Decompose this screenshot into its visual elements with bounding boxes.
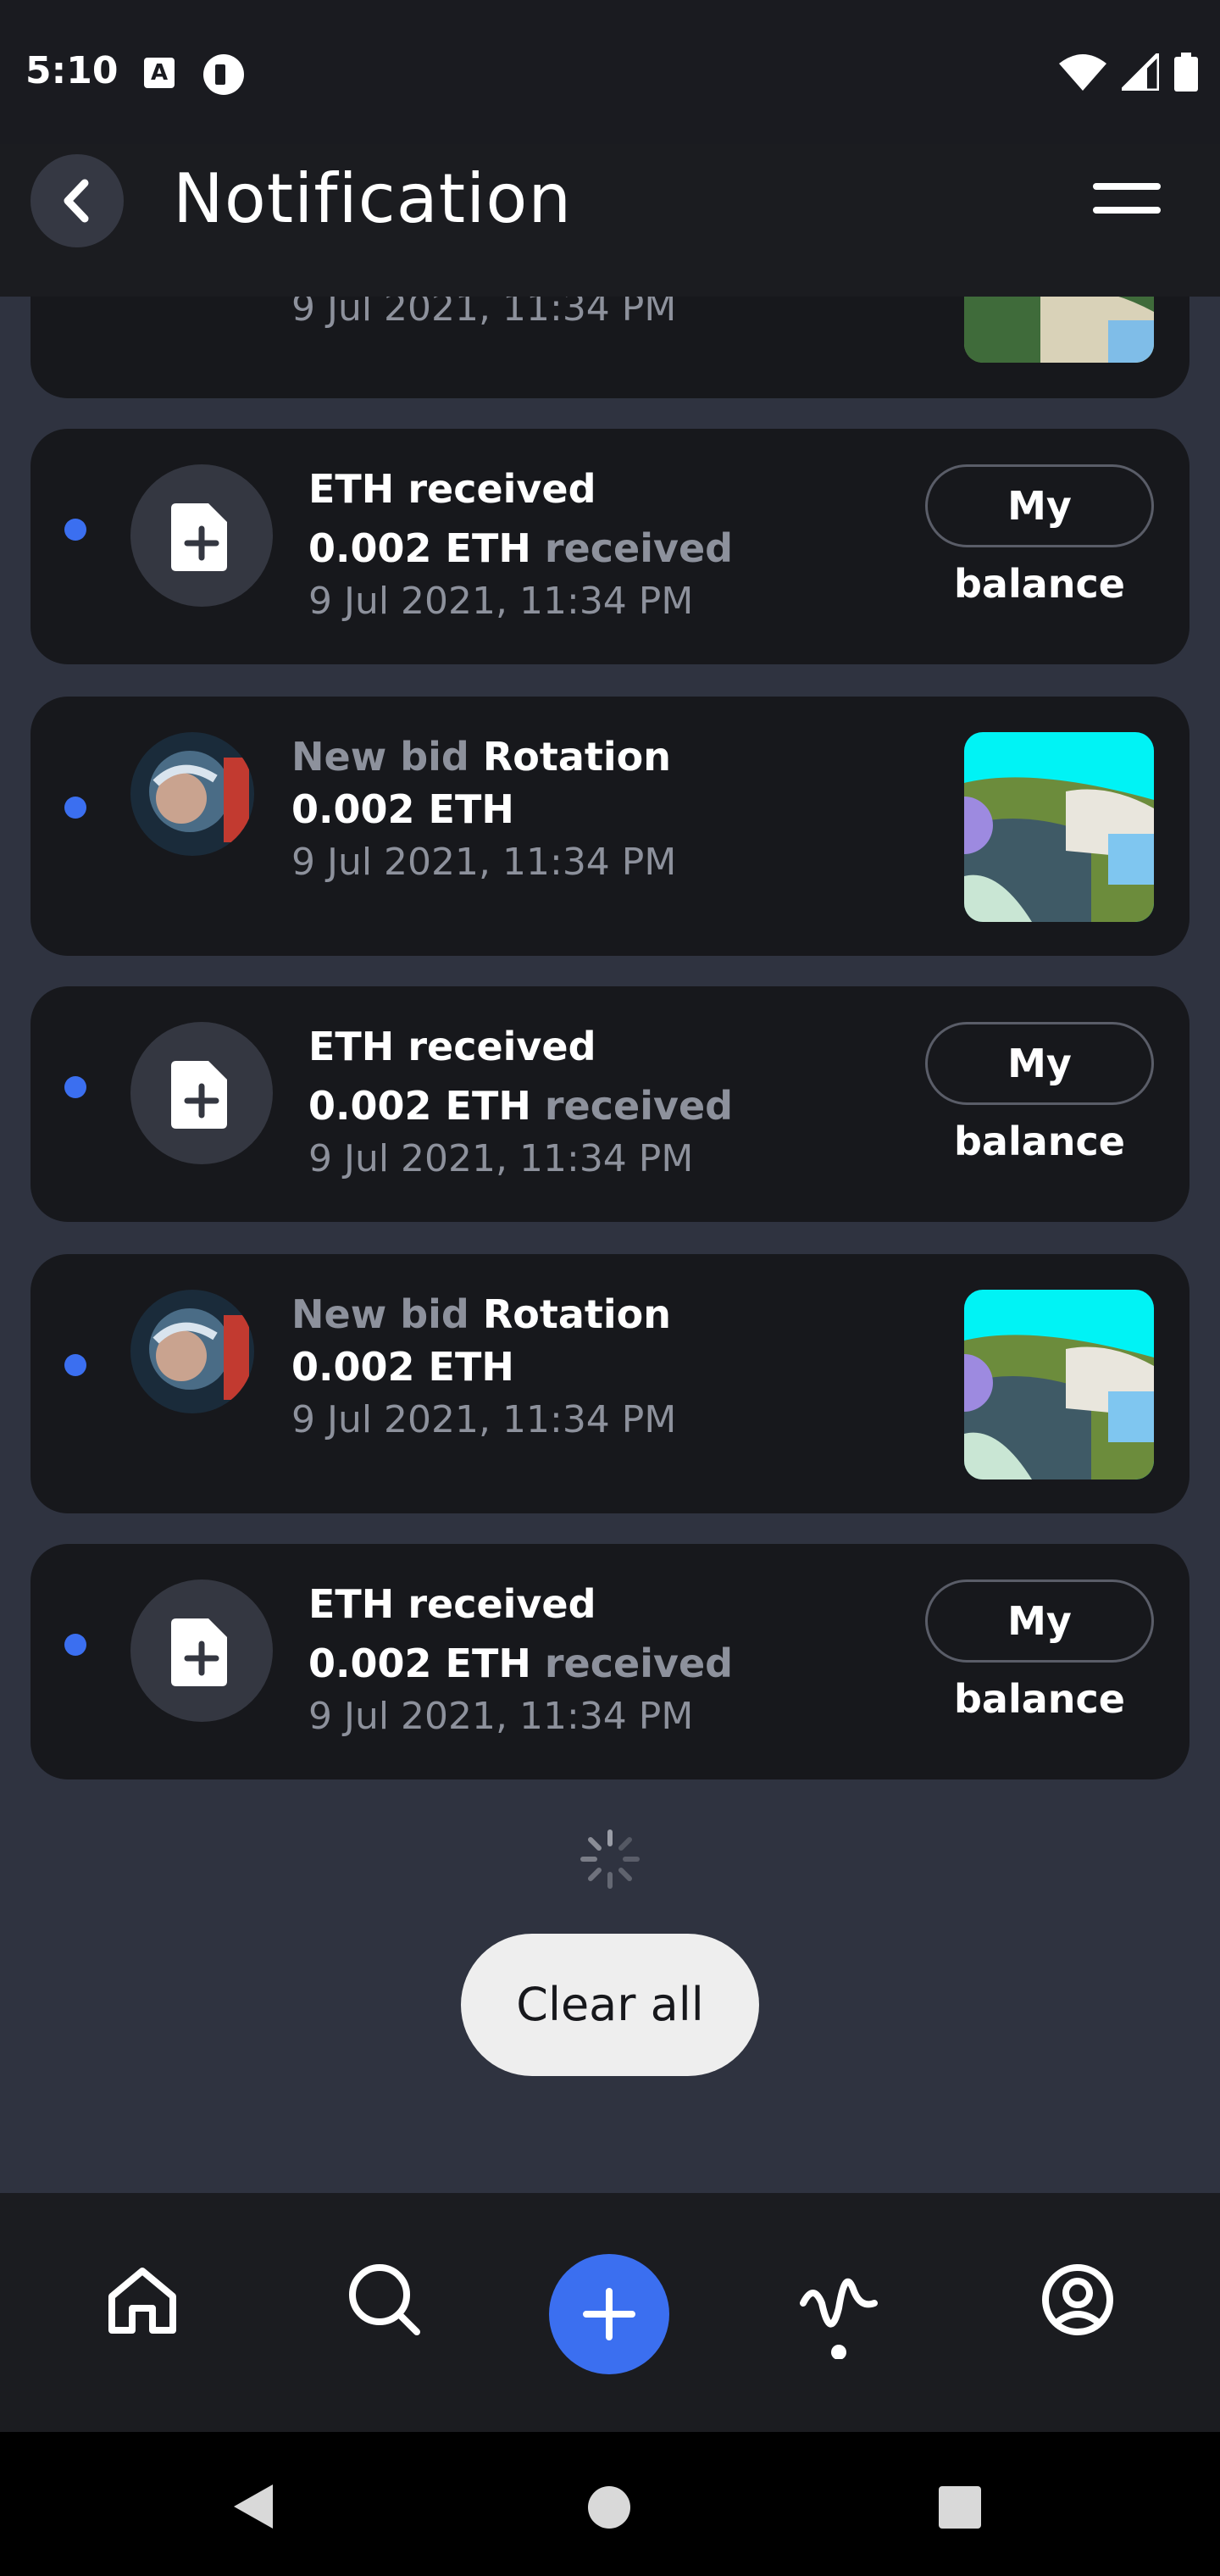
home-icon <box>108 2268 176 2334</box>
clear-all-button[interactable]: Clear all <box>461 1934 759 2076</box>
bottom-navigation <box>0 2193 1220 2432</box>
menu-button[interactable] <box>1093 175 1161 225</box>
app-header: Notification <box>0 144 1220 297</box>
my-balance-button[interactable]: My balance <box>925 1022 1154 1164</box>
add-icon <box>583 2288 635 2340</box>
notification-amount: 0.002 ETH <box>308 1083 531 1129</box>
status-bar: 5:10 A <box>0 0 1220 144</box>
notification-card[interactable]: New bid Rotation 0.002 ETH 9 Jul 2021, 1… <box>30 1254 1190 1513</box>
notification-title: ETH received <box>308 1581 596 1627</box>
notification-card[interactable]: New bid Rotation 0.002 ETH 9 Jul 2021, 1… <box>30 697 1190 956</box>
notification-suffix: received <box>544 1641 734 1686</box>
notification-date: 9 Jul 2021, 11:34 PM <box>308 1137 694 1180</box>
notification-date: 9 Jul 2021, 11:34 PM <box>291 841 677 884</box>
nav-home[interactable] <box>100 2257 185 2342</box>
notification-suffix: received <box>544 525 734 571</box>
notification-a-icon: A <box>144 58 175 88</box>
bid-title-line: New bid Rotation <box>291 734 671 780</box>
search-icon <box>349 2264 420 2335</box>
document-add-icon <box>130 464 273 607</box>
artwork-thumbnail[interactable] <box>964 732 1154 922</box>
activity-icon <box>800 2278 878 2360</box>
notification-p-icon <box>203 54 244 95</box>
unread-dot <box>64 519 86 541</box>
notification-amount: 0.002 ETH <box>308 1641 531 1686</box>
notification-date: 9 Jul 2021, 11:34 PM <box>308 580 694 623</box>
add-button[interactable] <box>549 2254 669 2374</box>
menu-icon <box>1093 183 1161 190</box>
wifi-icon <box>1059 54 1106 91</box>
bid-artwork-name: Rotation <box>482 734 672 780</box>
avatar <box>130 1290 254 1413</box>
unread-dot <box>64 797 86 819</box>
battery-icon <box>1174 53 1198 92</box>
bid-amount: 0.002 ETH <box>291 1344 514 1390</box>
my-balance-button[interactable]: My balance <box>925 464 1154 607</box>
back-triangle-icon[interactable] <box>229 2481 276 2532</box>
bid-prefix: New bid <box>291 1291 469 1337</box>
status-time: 5:10 <box>25 49 119 92</box>
artwork-thumbnail[interactable] <box>964 1290 1154 1480</box>
back-button[interactable] <box>30 154 124 247</box>
nav-profile[interactable] <box>1035 2257 1120 2342</box>
chevron-left-icon <box>64 179 89 223</box>
notification-card[interactable]: ETH received 0.002 ETH received 9 Jul 20… <box>30 986 1190 1222</box>
loading-spinner-icon <box>580 1829 640 1889</box>
my-balance-button[interactable]: My balance <box>925 1579 1154 1722</box>
notification-suffix: received <box>544 1083 734 1129</box>
notification-date: 9 Jul 2021, 11:34 PM <box>291 1398 677 1441</box>
document-add-icon <box>130 1022 273 1164</box>
notification-amount-line: 0.002 ETH received <box>308 525 733 571</box>
notification-title: ETH received <box>308 1024 596 1069</box>
profile-icon <box>1042 2264 1113 2335</box>
unread-dot <box>64 1076 86 1098</box>
nav-activity[interactable] <box>796 2257 881 2360</box>
bid-artwork-name: Rotation <box>482 1291 672 1337</box>
notification-amount-line: 0.002 ETH received <box>308 1083 733 1129</box>
unread-dot <box>64 1354 86 1376</box>
nav-search[interactable] <box>342 2257 427 2342</box>
bid-prefix: New bid <box>291 734 469 780</box>
unread-dot <box>64 1634 86 1656</box>
avatar <box>130 732 254 856</box>
bid-amount: 0.002 ETH <box>291 786 514 832</box>
page-title: Notification <box>173 159 573 238</box>
notification-amount-line: 0.002 ETH received <box>308 1641 733 1686</box>
signal-icon <box>1122 53 1159 91</box>
document-add-icon <box>130 1579 273 1722</box>
system-navigation-bar <box>0 2432 1220 2576</box>
bid-title-line: New bid Rotation <box>291 1291 671 1337</box>
home-circle-icon[interactable] <box>586 2484 632 2530</box>
recents-square-icon[interactable] <box>937 2484 983 2530</box>
notification-title: ETH received <box>308 466 596 512</box>
notification-date: 9 Jul 2021, 11:34 PM <box>308 1695 694 1738</box>
notification-card[interactable]: ETH received 0.002 ETH received 9 Jul 20… <box>30 1544 1190 1779</box>
notification-card[interactable]: ETH received 0.002 ETH received 9 Jul 20… <box>30 429 1190 664</box>
notification-amount: 0.002 ETH <box>308 525 531 571</box>
